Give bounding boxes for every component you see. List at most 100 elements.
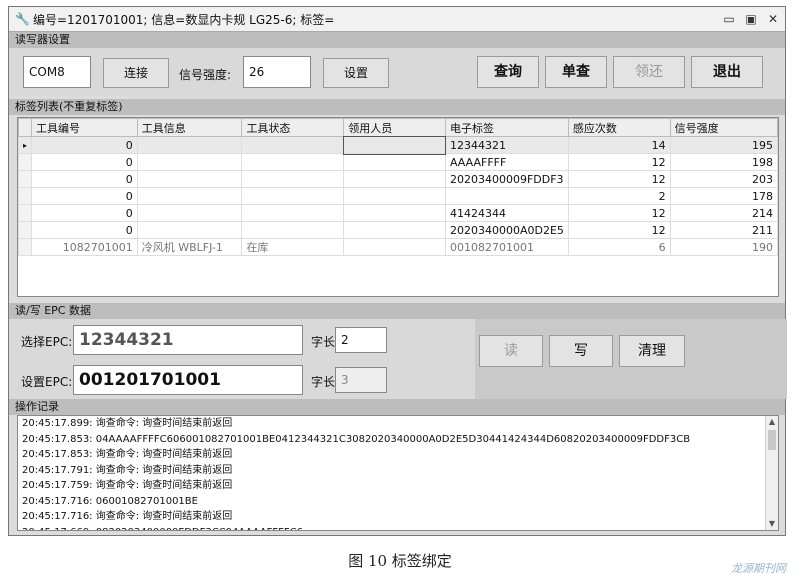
select-epc-field[interactable]: 12344321 [73,325,303,355]
table-cell[interactable]: 211 [669,221,778,239]
table-cell[interactable] [343,204,446,222]
table-cell[interactable]: 001082701001 [444,238,569,256]
read-button[interactable]: 读 [479,335,543,367]
table-row[interactable]: 0 2 178 [18,187,778,205]
table-cell[interactable] [136,221,243,239]
table-cell[interactable]: 冷风机 WBLFJ-1 [136,238,243,256]
table-cell[interactable] [343,221,446,239]
table-cell[interactable] [343,238,446,256]
log-line: 20:45:17.853: 询查命令: 询查时间结束前返回 [22,449,233,460]
table-cell[interactable]: 1082701001 [31,238,138,256]
table-row[interactable]: 0 AAAAFFFF 12 198 [18,153,778,171]
table-cell[interactable]: 190 [669,238,778,256]
table-cell[interactable] [241,221,345,239]
table-cell[interactable]: 0 [31,221,138,239]
table-cell[interactable] [241,153,345,171]
column-read-count[interactable]: 感应次数 [567,118,671,137]
table-cell[interactable] [136,153,243,171]
table-cell[interactable]: 12 [567,204,671,222]
close-icon[interactable]: ✕ [765,11,781,27]
clear-button[interactable]: 清理 [619,335,685,367]
empty-cell [137,256,242,273]
table-cell[interactable]: 12 [567,153,671,171]
port-field[interactable]: COM8 [23,56,91,88]
table-cell[interactable] [136,187,243,205]
table-cell[interactable]: 12344321 [444,136,569,154]
table-cell[interactable] [241,170,345,188]
table-cell[interactable]: 214 [669,204,778,222]
table-cell[interactable]: 178 [669,187,778,205]
column-tool-info[interactable]: 工具信息 [136,118,243,137]
column-borrower[interactable]: 领用人员 [343,118,446,137]
row-header[interactable] [18,153,33,171]
borrow-return-button[interactable]: 领还 [613,56,685,88]
log-scrollbar[interactable]: ▲ ▼ [765,416,778,530]
empty-row [19,256,778,273]
restore-icon[interactable]: ▣ [743,11,759,27]
table-cell[interactable]: 0 [31,204,138,222]
table-cell[interactable]: 41424344 [444,204,569,222]
table-cell[interactable] [343,187,446,205]
table-row[interactable]: 0 20203400009FDDF3 12 203 [18,170,778,188]
table-cell[interactable]: 2 [567,187,671,205]
table-cell[interactable]: 14 [567,136,671,154]
table-cell[interactable] [241,204,345,222]
table-cell[interactable] [136,170,243,188]
set-epc-field[interactable]: 001201701001 [73,365,303,395]
row-header[interactable] [18,204,33,222]
connect-button[interactable]: 连接 [103,58,169,88]
column-tool-id[interactable]: 工具编号 [31,118,138,137]
single-query-button[interactable]: 单查 [545,56,607,88]
table-row[interactable]: ▸ 0 12344321 14 195 [18,135,778,155]
select-length-field[interactable]: 2 [335,327,387,353]
table-cell[interactable] [342,135,447,155]
table-cell[interactable] [241,187,345,205]
signal-strength-field[interactable]: 26 [243,56,311,88]
empty-cell [242,256,344,273]
table-cell[interactable]: 0 [31,136,138,154]
table-cell[interactable] [343,153,446,171]
table-cell[interactable]: 0 [31,170,138,188]
table-row[interactable]: 0 41424344 12 214 [18,204,778,222]
settings-button[interactable]: 设置 [323,58,389,88]
window-title: 编号=1201701001; 信息=数显内卡规 LG25-6; 标签= [33,13,335,27]
table-cell[interactable]: 0 [31,153,138,171]
current-row-indicator-icon[interactable]: ▸ [18,136,33,154]
table-cell[interactable]: 195 [669,136,778,154]
table-cell[interactable]: 6 [567,238,671,256]
log-box[interactable]: 20:45:17.899: 询查命令: 询查时间结束前返回 20:45:17.85… [17,415,779,531]
exit-button[interactable]: 退出 [691,56,763,88]
table-cell[interactable] [136,136,243,154]
table-cell[interactable]: 12 [567,221,671,239]
reader-settings-header: 读写器设置 [9,32,785,48]
row-header[interactable] [18,187,33,205]
column-signal-strength[interactable]: 信号强度 [669,118,778,137]
row-header[interactable] [18,221,33,239]
row-header[interactable] [18,238,33,256]
scroll-thumb[interactable] [768,430,776,450]
scroll-down-icon[interactable]: ▼ [766,518,778,530]
row-header[interactable] [18,170,33,188]
table-cell[interactable]: 在库 [241,238,345,256]
table-cell[interactable]: 198 [669,153,778,171]
table-cell[interactable] [343,170,446,188]
table-cell[interactable]: 0 [31,187,138,205]
table-cell[interactable] [241,136,345,154]
write-button[interactable]: 写 [549,335,613,367]
set-length-field[interactable]: 3 [335,367,387,393]
column-epc-tag[interactable]: 电子标签 [444,118,569,137]
table-cell[interactable]: 20203400009FDDF3 [444,170,569,188]
table-row[interactable]: 1082701001 冷风机 WBLFJ-1 在库 001082701001 6 190 [18,238,778,256]
scroll-up-icon[interactable]: ▲ [766,416,778,428]
table-cell[interactable] [136,204,243,222]
table-row[interactable]: 0 2020340000A0D2E5 12 211 [18,221,778,239]
table-cell[interactable] [444,187,569,205]
query-button[interactable]: 查询 [477,56,539,88]
table-cell[interactable]: 203 [669,170,778,188]
table-cell[interactable]: 2020340000A0D2E5 [444,221,569,239]
table-cell[interactable]: AAAAFFFF [444,153,569,171]
table-cell[interactable]: 12 [567,170,671,188]
minimize-icon[interactable]: ▭ [721,11,737,27]
empty-cell [137,272,242,288]
column-tool-status[interactable]: 工具状态 [241,118,345,137]
